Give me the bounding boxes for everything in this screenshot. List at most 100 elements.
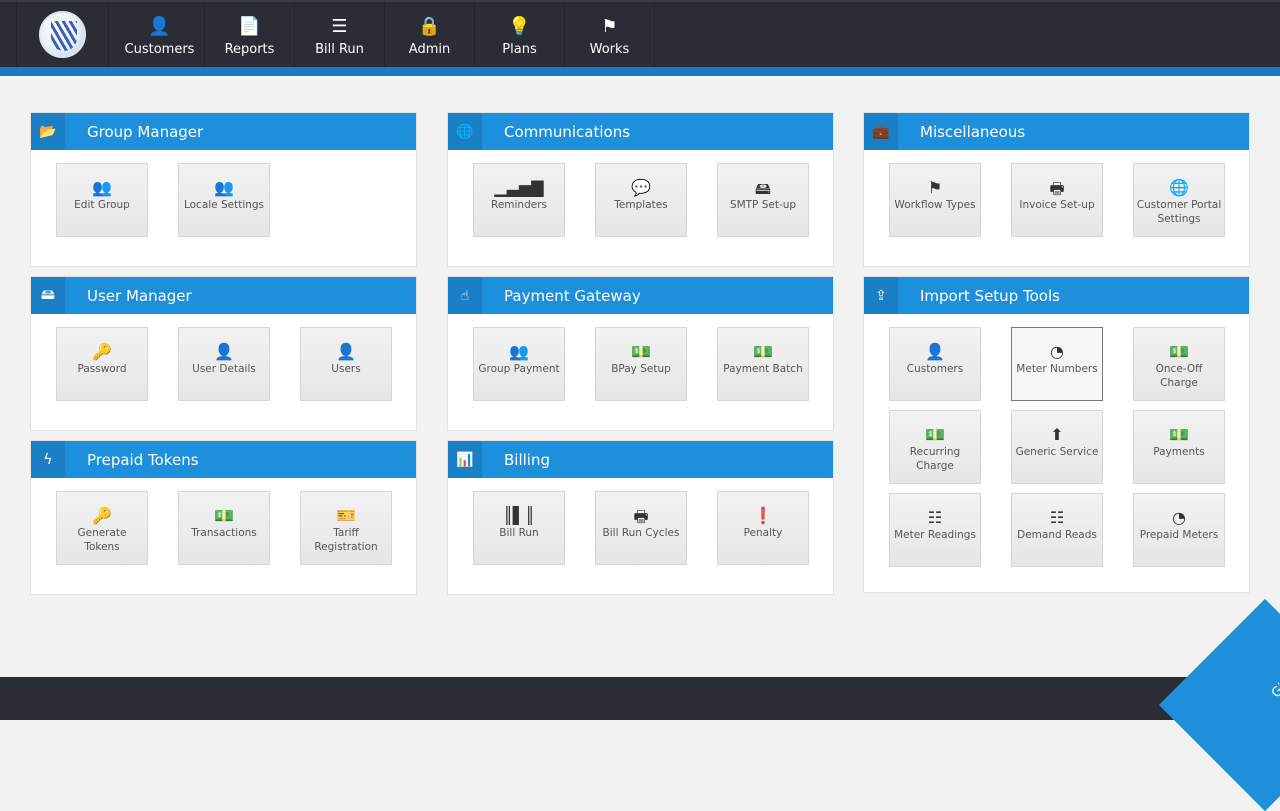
user-icon: 👤 (925, 342, 945, 361)
comment-icon: 💬 (631, 178, 651, 197)
tile-user-details[interactable]: 👤 User Details (178, 327, 270, 401)
user-icon: 👤 (148, 16, 171, 37)
panel-import-setup-tools: ⇪ Import Setup Tools 👤 Customers ◔ Meter Numb… (863, 276, 1250, 593)
lightbulb-icon: 💡 (508, 16, 531, 37)
nav-bill-run[interactable]: ☰ Bill Run (295, 2, 385, 67)
tile-label: Penalty (743, 527, 783, 539)
nav-label: Bill Run (315, 42, 364, 57)
nav-plans[interactable]: 💡 Plans (475, 2, 565, 67)
tile-generate-tokens[interactable]: 🔑 Generate Tokens (56, 491, 148, 565)
top-nav: 👤 Customers 📄 Reports ☰ Bill Run 🔒 Admin 💡 Plans ⚑… (0, 0, 1280, 67)
tile-label: Invoice Set-up (1019, 199, 1095, 211)
logo[interactable] (16, 2, 109, 67)
panel-prepaid-tokens: ϟ Prepaid Tokens 🔑 Generate Tokens 💵 Transact… (30, 440, 417, 595)
money-icon: 💵 (631, 342, 651, 361)
hand-pointer-icon: ☝ (448, 277, 482, 314)
panel-billing: 📊 Billing ║▌║ Bill Run 🖶 Bill Run Cycles ❗ Pena… (447, 440, 834, 595)
tile-label: SMTP Set-up (729, 199, 797, 211)
ordered-list-icon: ☷ (927, 508, 943, 527)
panel-title: Payment Gateway (504, 287, 641, 305)
tile-locale-settings[interactable]: 👥 Locale Settings (178, 163, 270, 237)
ticket-icon: 🎫 (336, 506, 356, 525)
upload-icon: ⇪ (864, 277, 898, 314)
panel-title: Prepaid Tokens (87, 451, 199, 469)
tile-label: Meter Readings (894, 529, 976, 541)
tile-label: Tariff Registration (314, 527, 378, 553)
tile-payments[interactable]: 💵 Payments (1133, 410, 1225, 484)
hdd-icon: 🖴 (754, 179, 772, 198)
tile-label: Password (77, 363, 127, 375)
exclamation-circle-icon: ❗ (753, 506, 773, 525)
tile-group-payment[interactable]: 👥 Group Payment (473, 327, 565, 401)
nav-works[interactable]: ⚑ Works (565, 2, 655, 67)
panel-title: User Manager (87, 287, 192, 305)
feedback-button[interactable]: Give feedback (1158, 598, 1280, 811)
arrow-circle-up-icon: ⬆ (1050, 425, 1064, 444)
tile-bpay-setup[interactable]: 💵 BPay Setup (595, 327, 687, 401)
tile-customer-portal-settings[interactable]: 🌐 Customer Portal Settings (1133, 163, 1225, 237)
key-icon: 🔑 (92, 342, 112, 361)
tile-edit-group[interactable]: 👥 Edit Group (56, 163, 148, 237)
tile-penalty[interactable]: ❗ Penalty (717, 491, 809, 565)
file-icon: 📄 (238, 16, 261, 37)
money-icon: 💵 (214, 506, 234, 525)
tile-demand-reads[interactable]: ☷ Demand Reads (1011, 493, 1103, 567)
tile-workflow-types[interactable]: ⚑ Workflow Types (889, 163, 981, 237)
tile-label: User Details (192, 363, 256, 375)
tile-templates[interactable]: 💬 Templates (595, 163, 687, 237)
globe-icon: 🌐 (448, 113, 482, 150)
tile-payment-batch[interactable]: 💵 Payment Batch (717, 327, 809, 401)
tile-label: Recurring Charge (909, 446, 961, 472)
tile-label: Prepaid Meters (1139, 529, 1219, 541)
tile-recurring-charge[interactable]: 💵 Recurring Charge (889, 410, 981, 484)
nav-label: Reports (224, 42, 275, 57)
nav-reports[interactable]: 📄 Reports (205, 2, 295, 67)
nav-label: Works (589, 42, 630, 57)
tile-bill-run[interactable]: ║▌║ Bill Run (473, 491, 565, 565)
tile-label: Templates (614, 199, 668, 211)
dashboard-icon: ◔ (1050, 342, 1064, 361)
tile-bill-run-cycles[interactable]: 🖶 Bill Run Cycles (595, 491, 687, 565)
nav-admin[interactable]: 🔒 Admin (385, 2, 475, 67)
tile-label: Demand Reads (1017, 529, 1097, 541)
panel-title: Billing (504, 451, 550, 469)
tile-transactions[interactable]: 💵 Transactions (178, 491, 270, 565)
dashboard-icon: ◔ (1172, 508, 1186, 527)
panel-header: ☝ Payment Gateway (448, 277, 833, 314)
tile-smtp-set-up[interactable]: 🖴 SMTP Set-up (717, 163, 809, 237)
panel-header: 📊 Billing (448, 441, 833, 478)
bar-chart-icon: 📊 (448, 441, 482, 478)
tile-generic-service[interactable]: ⬆ Generic Service (1011, 410, 1103, 484)
nav-label: Plans (502, 42, 537, 57)
logo-icon (39, 11, 86, 58)
tile-label: Payments (1153, 446, 1205, 458)
tile-label: Workflow Types (894, 199, 976, 211)
tile-label: Edit Group (74, 199, 130, 211)
server-icon: ☰ (331, 16, 348, 37)
nav-customers[interactable]: 👤 Customers (115, 2, 205, 67)
tile-password[interactable]: 🔑 Password (56, 327, 148, 401)
panel-title: Group Manager (87, 123, 204, 141)
accent-strip (0, 67, 1280, 76)
money-icon: 💵 (925, 425, 945, 444)
tile-users[interactable]: 👤 Users (300, 327, 392, 401)
tile-meter-readings[interactable]: ☷ Meter Readings (889, 493, 981, 567)
tile-once-off-charge[interactable]: 💵 Once-Off Charge (1133, 327, 1225, 401)
tile-meter-numbers[interactable]: ◔ Meter Numbers (1011, 327, 1103, 401)
money-icon: 💵 (1169, 342, 1189, 361)
footer (0, 677, 1280, 720)
tile-label: Generate Tokens (77, 527, 127, 553)
group-icon: 👥 (509, 342, 529, 361)
tile-label: Transactions (191, 527, 257, 539)
panel-title: Import Setup Tools (920, 287, 1060, 305)
money-icon: 💵 (1169, 425, 1189, 444)
tile-customers[interactable]: 👤 Customers (889, 327, 981, 401)
tile-invoice-set-up[interactable]: 🖶 Invoice Set-up (1011, 163, 1103, 237)
tile-prepaid-meters[interactable]: ◔ Prepaid Meters (1133, 493, 1225, 567)
panel-miscellaneous: 💼 Miscellaneous ⚑ Workflow Types 🖶 Invoice Se… (863, 112, 1250, 267)
panel-group-manager: 📂 Group Manager 👥 Edit Group 👥 Locale Setting… (30, 112, 417, 267)
tile-reminders[interactable]: ▁▃▅▇ Reminders (473, 163, 565, 237)
tile-tariff-registration[interactable]: 🎫 Tariff Registration (300, 491, 392, 565)
group-icon: 👥 (214, 178, 234, 197)
panel-header: ⇪ Import Setup Tools (864, 277, 1249, 314)
